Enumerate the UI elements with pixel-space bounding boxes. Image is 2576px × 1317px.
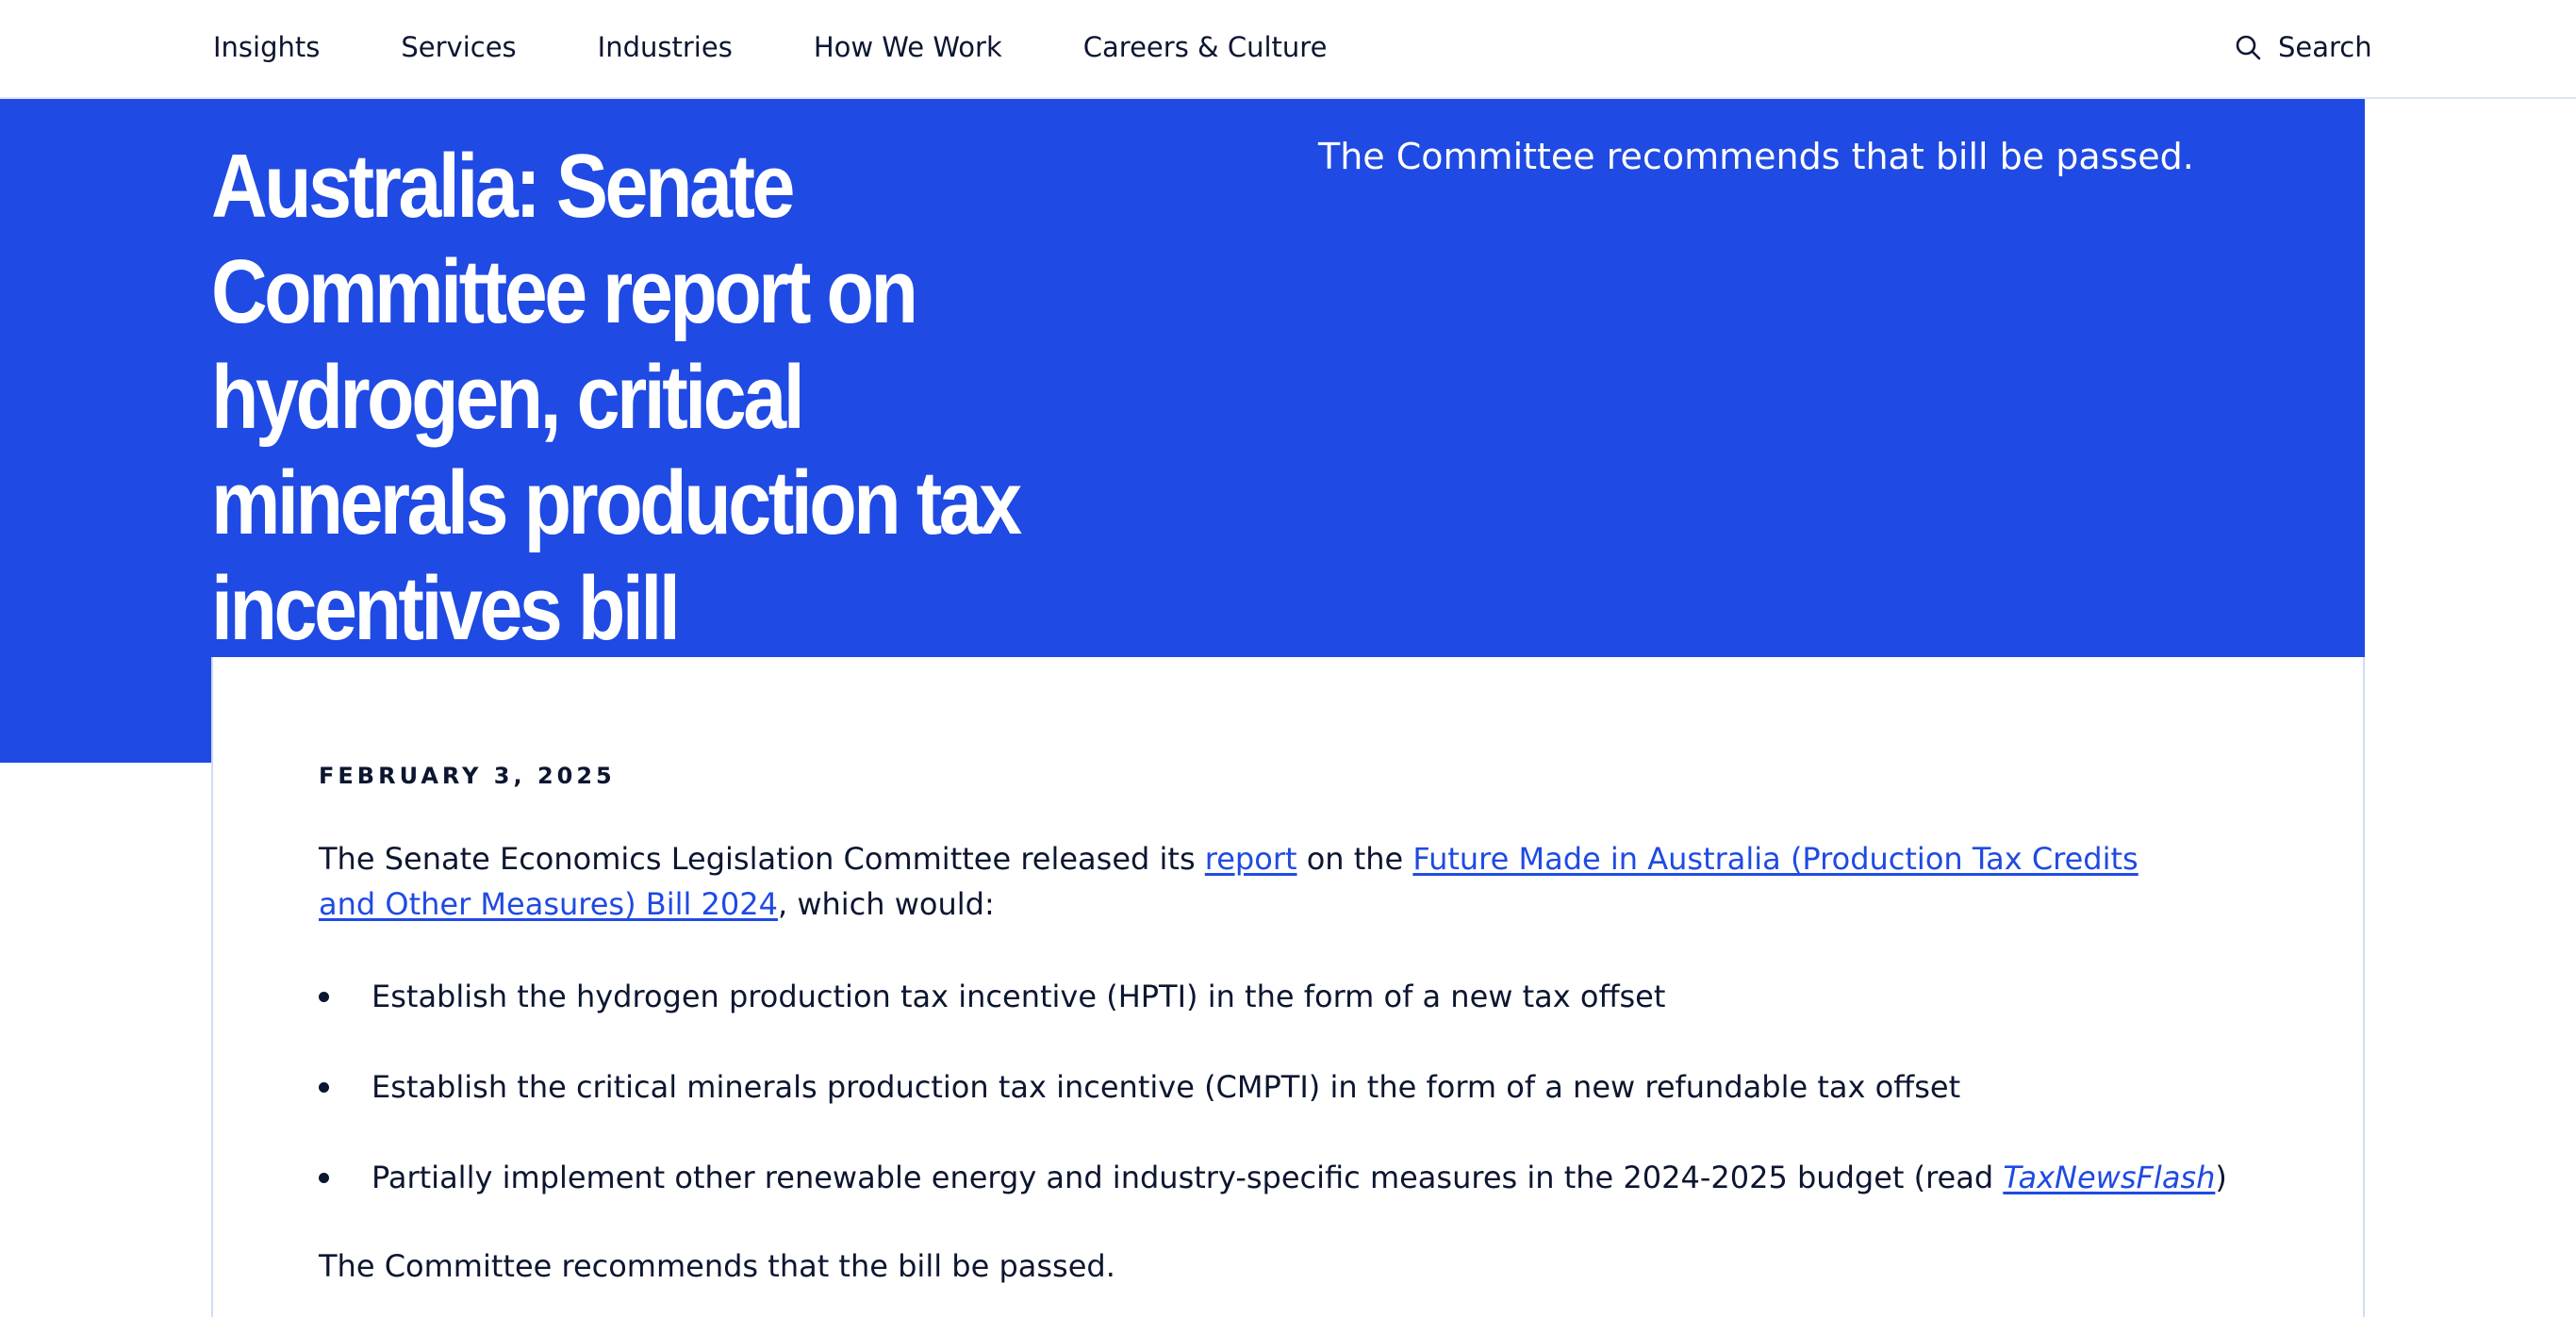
nav-item-insights[interactable]: Insights [213, 31, 320, 63]
bullet-icon [319, 1173, 329, 1183]
article-intro: The Senate Economics Legislation Committ… [319, 836, 2204, 927]
search-button[interactable]: Search [2235, 0, 2372, 94]
bullet-icon [319, 1082, 329, 1093]
report-link[interactable]: report [1205, 841, 1297, 877]
nav-item-how-we-work[interactable]: How We Work [814, 31, 1002, 63]
top-navigation: Insights Services Industries How We Work… [0, 0, 2576, 99]
nav-item-careers-culture[interactable]: Careers & Culture [1083, 31, 1328, 63]
list-item-text: Establish the hydrogen production tax in… [372, 979, 1666, 1014]
intro-text-start: The Senate Economics Legislation Committ… [319, 841, 1205, 877]
publish-date: FEBRUARY 3, 2025 [319, 763, 616, 789]
intro-text-middle: on the [1296, 841, 1413, 877]
nav-item-industries[interactable]: Industries [598, 31, 733, 63]
bullet-icon [319, 992, 329, 1002]
search-icon [2236, 35, 2261, 60]
list-item: Establish the hydrogen production tax in… [319, 974, 2261, 1019]
primary-nav: Insights Services Industries How We Work… [213, 0, 1408, 94]
list-item: Partially implement other renewable ener… [319, 1155, 2261, 1200]
list-item-text: Partially implement other renewable ener… [372, 1160, 2004, 1195]
intro-text-end: , which would: [777, 886, 995, 922]
nav-item-services[interactable]: Services [401, 31, 516, 63]
list-item-text-end: ) [2215, 1160, 2227, 1195]
page-title: Australia: Senate Committee report on hy… [211, 136, 1022, 659]
search-label: Search [2278, 31, 2372, 63]
article-body: FEBRUARY 3, 2025 The Senate Economics Le… [211, 657, 2365, 1317]
bullet-list: Establish the hydrogen production tax in… [319, 974, 2261, 1245]
hero-banner-extension [0, 657, 211, 763]
taxnewsflash-link[interactable]: TaxNewsFlash [2003, 1160, 2215, 1195]
article-conclusion: The Committee recommends that the bill b… [319, 1248, 1115, 1284]
list-item: Establish the critical minerals producti… [319, 1064, 2261, 1110]
hero-summary: The Committee recommends that bill be pa… [1318, 136, 2194, 177]
list-item-text: Establish the critical minerals producti… [372, 1069, 1961, 1105]
